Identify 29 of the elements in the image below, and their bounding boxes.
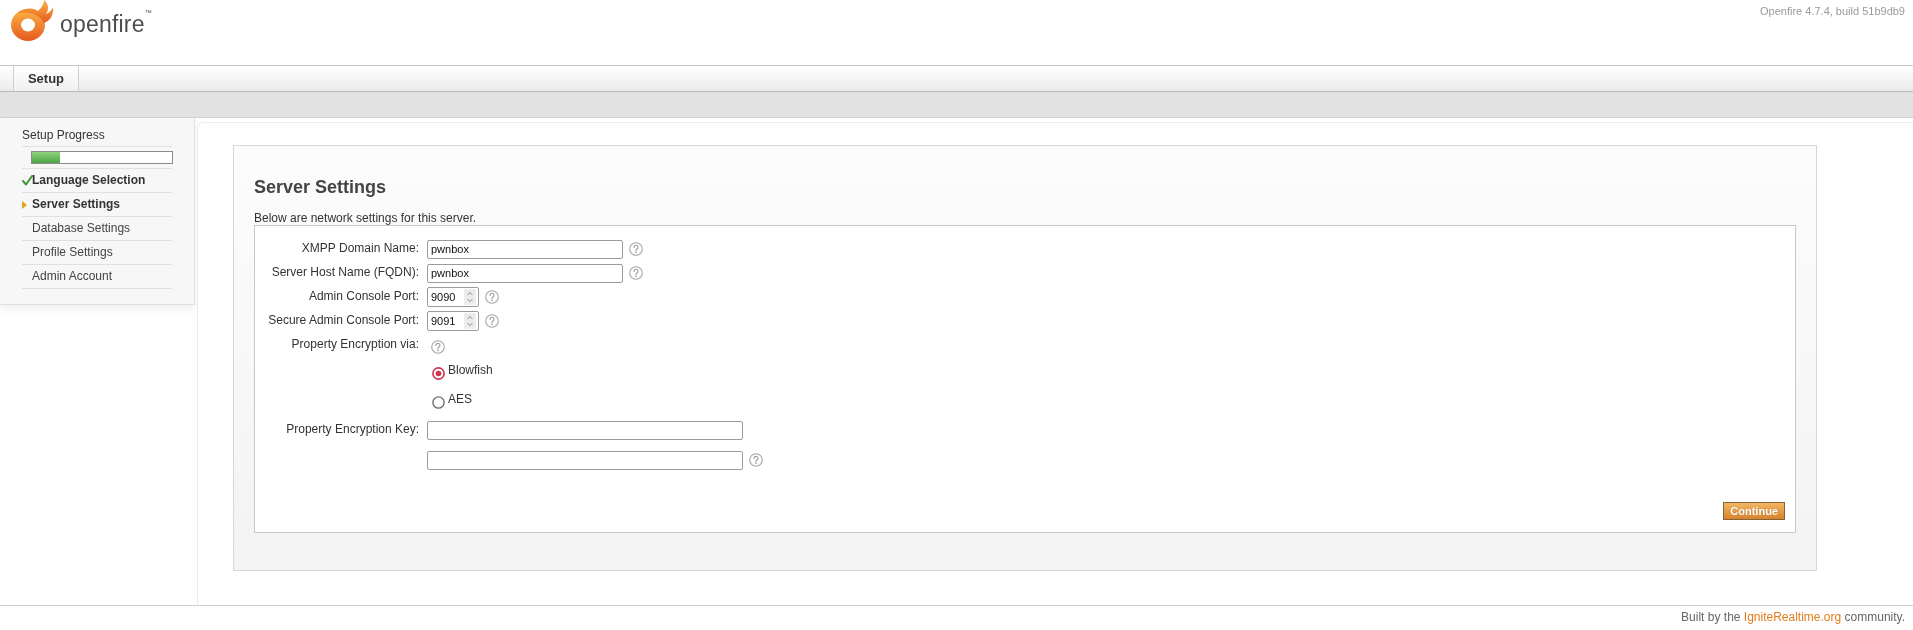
spinner-icon bbox=[464, 289, 476, 305]
field-label: Property Encryption Key: bbox=[286, 422, 419, 437]
field-label: Property Encryption via: bbox=[291, 337, 419, 352]
page-title: Server Settings bbox=[254, 176, 388, 198]
input-field[interactable] bbox=[427, 450, 743, 470]
input-field[interactable] bbox=[427, 420, 743, 440]
field-label: Server Host Name (FQDN): bbox=[271, 265, 419, 280]
step-label: Profile Settings bbox=[32, 244, 113, 261]
setup-tab[interactable]: Setup bbox=[13, 66, 79, 91]
spinner-icon bbox=[464, 313, 476, 329]
footer-credit: Built by the IgniteRealtime.org community. bbox=[1681, 610, 1905, 624]
field-label: Secure Admin Console Port: bbox=[268, 313, 419, 328]
logo-icon bbox=[8, 0, 54, 42]
option-label: Blowfish bbox=[448, 363, 493, 379]
intro-text: Below are network settings for this server. bbox=[254, 211, 478, 225]
sidebar-title: Setup Progress bbox=[22, 124, 172, 147]
step-label: Admin Account bbox=[32, 268, 113, 285]
step-label: Language Selection bbox=[32, 172, 146, 189]
option-label: AES bbox=[448, 392, 472, 408]
input-field[interactable]: pwnbox bbox=[427, 263, 623, 283]
version-text: Openfire 4.7.4, build 51b9db9 bbox=[1760, 4, 1906, 19]
step-label: Database Settings bbox=[32, 220, 131, 237]
input-field[interactable]: pwnbox bbox=[427, 239, 623, 259]
logo-text: openfire$^{™}$ bbox=[60, 10, 152, 38]
field-label: XMPP Domain Name: bbox=[301, 241, 419, 256]
field-label: Admin Console Port: bbox=[308, 289, 419, 304]
step-label: Server Settings bbox=[32, 196, 121, 213]
radio-button[interactable] bbox=[432, 367, 445, 380]
radio-button[interactable] bbox=[432, 396, 445, 409]
